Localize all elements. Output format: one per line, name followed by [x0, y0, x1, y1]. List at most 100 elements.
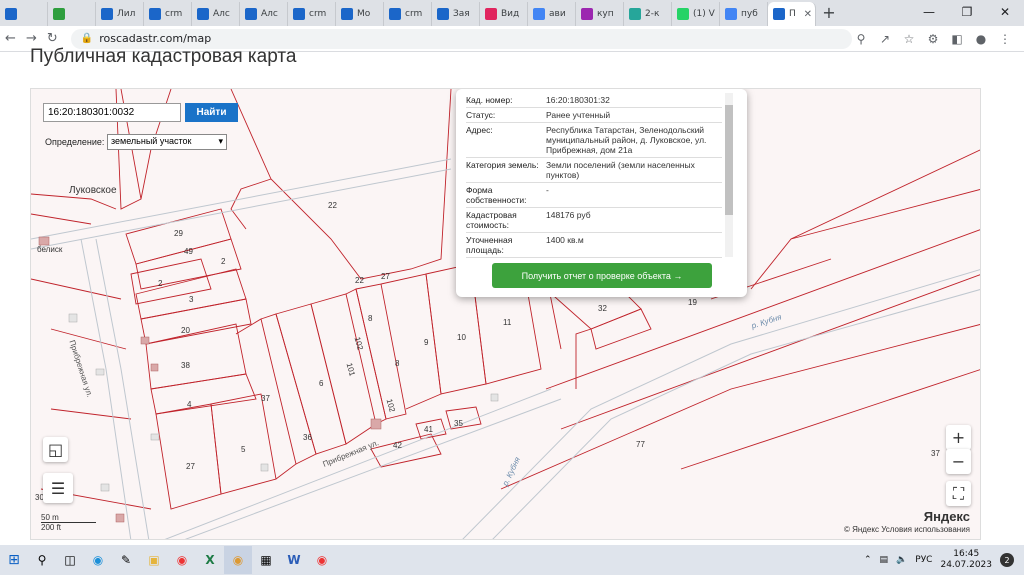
parcel-info-popup: Кад. номер: 16:20:180301:32 Статус: Ранее у… [456, 89, 747, 297]
browser-tab[interactable]: Алс [240, 2, 288, 26]
word-icon[interactable]: W [280, 546, 308, 574]
map-label: 29 [174, 229, 183, 238]
windows-start-icon[interactable]: ⊞ [0, 546, 28, 574]
tab-label: Алс [213, 9, 230, 19]
cadastre-icon [341, 8, 353, 20]
browser-tab[interactable]: ави [528, 2, 576, 26]
cadastre-icon [389, 8, 401, 20]
map-label: 22 [328, 201, 337, 210]
tab-label: Вид [501, 9, 520, 19]
tab-label: Зая [453, 9, 470, 19]
map-label: 36 [303, 433, 312, 442]
cadastral-number-input[interactable]: 16:20:180301:0032 [43, 103, 181, 122]
flower-icon [629, 8, 641, 20]
parcel-info-table: Кад. номер: 16:20:180301:32 Статус: Ранее у… [466, 93, 722, 258]
back-icon[interactable]: ← [0, 31, 21, 46]
menu-icon[interactable]: ⋮ [996, 32, 1014, 46]
window-controls: — ❐ ✕ [910, 0, 1024, 24]
browser-tab[interactable]: Алс [192, 2, 240, 26]
edge-browser-icon[interactable]: ◉ [84, 546, 112, 574]
fullscreen-icon[interactable]: ⛶ [946, 481, 971, 506]
clock[interactable]: 16:45 24.07.2023 [940, 549, 992, 571]
cadastral-map[interactable]: Луковское 22 29 49 2 2 3 20 38 4 27 5 37… [30, 88, 981, 540]
notifications-badge[interactable]: 2 [1000, 553, 1014, 567]
volume-icon[interactable]: 🔈 [896, 555, 907, 565]
browser-tab[interactable]: (1) V [672, 2, 720, 26]
browser-tab[interactable]: Лил [96, 2, 144, 26]
browser-tab[interactable]: Вид [480, 2, 528, 26]
get-report-button[interactable]: Получить отчет о проверке объекта → [492, 263, 712, 288]
map-label: Луковское [69, 185, 117, 196]
sidepanel-icon[interactable]: ◧ [948, 32, 966, 46]
browser-tab[interactable]: П ✕ [768, 2, 816, 26]
map-label: 49 [184, 247, 193, 256]
app-icon[interactable]: ✎ [112, 546, 140, 574]
cadastre-icon [101, 8, 113, 20]
browser-tab[interactable]: crm [384, 2, 432, 26]
map-label: 11 [503, 318, 512, 327]
browser-tab[interactable]: Зая [432, 2, 480, 26]
map-label: 35 [454, 419, 463, 428]
bookmark-star-icon[interactable]: ☆ [900, 32, 918, 46]
yandex-browser-icon[interactable]: ◉ [168, 546, 196, 574]
tab-label: куп [597, 9, 614, 19]
map-label: 37 [931, 449, 940, 458]
map-label: 38 [181, 361, 190, 370]
share-icon[interactable]: ↗ [876, 32, 894, 46]
browser-tab[interactable] [48, 2, 96, 26]
map-label: 27 [186, 462, 195, 471]
file-explorer-icon[interactable]: ▣ [140, 546, 168, 574]
zoom-in-button[interactable]: + [946, 425, 971, 450]
map-label: 19 [688, 298, 697, 307]
network-icon[interactable]: ▤ [880, 555, 889, 565]
extensions-icon[interactable]: ⚙ [924, 32, 942, 46]
minimize-icon[interactable]: — [910, 0, 948, 24]
info-row: Статус: Ранее учтенный [466, 108, 722, 123]
scale-meters: 50 m [41, 513, 96, 523]
excel-icon[interactable]: X [196, 546, 224, 574]
layers-toggle-icon[interactable]: ◱ [43, 437, 68, 462]
browser-tab[interactable]: пуб [720, 2, 768, 26]
definition-select[interactable]: земельный участок ▾ [107, 134, 227, 150]
input-language[interactable]: РУС [915, 555, 932, 565]
info-row: Кад. номер: 16:20:180301:32 [466, 93, 722, 108]
close-window-icon[interactable]: ✕ [986, 0, 1024, 24]
profile-icon[interactable]: ● [972, 32, 990, 46]
chrome-icon[interactable]: ◉ [224, 546, 252, 574]
yandex-app-icon[interactable]: ◉ [308, 546, 336, 574]
info-key: Кад. номер: [466, 95, 513, 105]
info-row: Форма собственности: - [466, 183, 722, 208]
task-view-icon[interactable]: ◫ [56, 546, 84, 574]
popup-scrollbar[interactable] [725, 93, 733, 257]
google-icon [725, 8, 737, 20]
chevron-up-icon[interactable]: ⌃ [864, 555, 872, 565]
calculator-icon[interactable]: ▦ [252, 546, 280, 574]
info-value: 16:20:180301:32 [546, 95, 610, 105]
browser-tab[interactable]: Мо [336, 2, 384, 26]
tab-label: crm [165, 9, 183, 19]
browser-tab[interactable]: crm [288, 2, 336, 26]
forward-icon[interactable]: → [21, 31, 42, 46]
map-layers-icon[interactable]: ☰ [43, 473, 73, 503]
zoom-icon[interactable]: ⚲ [852, 32, 870, 46]
browser-tab[interactable]: куп [576, 2, 624, 26]
info-key: Форма собственности: [466, 185, 527, 205]
google-icon [533, 8, 545, 20]
info-row: Уточненная площадь: 1400 кв.м [466, 233, 722, 258]
browser-tab[interactable]: 2-к [624, 2, 672, 26]
zoom-out-button[interactable]: − [946, 449, 971, 474]
find-button[interactable]: Найти [185, 103, 238, 122]
restore-icon[interactable]: ❐ [948, 0, 986, 24]
map-label: 27 [381, 272, 390, 281]
whatsapp-icon [677, 8, 689, 20]
reload-icon[interactable]: ↻ [42, 31, 63, 46]
map-attribution[interactable]: © Яндекс Условия использования [844, 525, 970, 534]
close-tab-icon[interactable]: ✕ [804, 9, 812, 20]
url-text: roscadastr.com/map [99, 32, 212, 45]
browser-tab[interactable] [0, 2, 48, 26]
info-value: - [546, 185, 549, 195]
browser-tab[interactable]: crm [144, 2, 192, 26]
search-icon[interactable]: ⚲ [28, 546, 56, 574]
video-icon [485, 8, 497, 20]
new-tab-button[interactable]: + [816, 2, 842, 26]
